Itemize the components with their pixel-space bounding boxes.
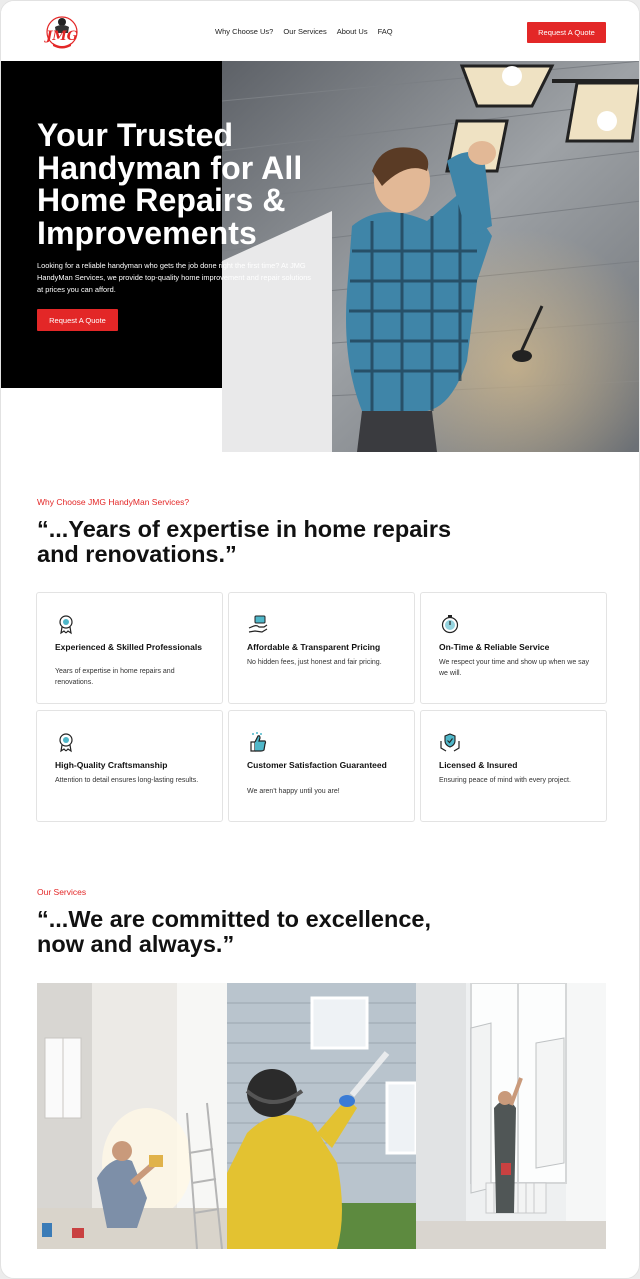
why-choose-eyebrow: Why Choose JMG HandyMan Services? (37, 497, 190, 507)
service-image-painting (37, 983, 227, 1249)
nav-faq[interactable]: FAQ (378, 27, 393, 36)
feature-card: Customer Satisfaction Guaranteed We aren… (228, 710, 415, 822)
money-hand-icon (248, 615, 268, 633)
feature-title: High-Quality Craftsmanship (55, 760, 168, 770)
main-nav: Why Choose Us? Our Services About Us FAQ (215, 27, 393, 36)
feature-description: We aren't happy until you are! (247, 788, 340, 795)
feature-card: Experienced & Skilled Professionals Year… (36, 592, 223, 704)
service-image-window-install (416, 983, 606, 1249)
feature-title: Experienced & Skilled Professionals (55, 642, 202, 652)
stopwatch-icon (441, 615, 459, 634)
jmg-logo[interactable]: JMG (41, 13, 83, 51)
services-gallery (37, 983, 606, 1249)
award-ribbon-icon (59, 733, 73, 753)
feature-title: Affordable & Transparent Pricing (247, 642, 381, 652)
services-heading: “...We are committed to excellence, now … (37, 906, 431, 957)
feature-description: Attention to detail ensures long-lasting… (55, 777, 199, 784)
nav-our-services[interactable]: Our Services (283, 27, 326, 36)
feature-card: Affordable & Transparent Pricing No hidd… (228, 592, 415, 704)
nav-why-choose-us[interactable]: Why Choose Us? (215, 27, 273, 36)
feature-title: Licensed & Insured (439, 760, 518, 770)
feature-card: On-Time & Reliable Service We respect yo… (420, 592, 607, 704)
feature-description: No hidden fees, just honest and fair pri… (247, 659, 382, 666)
thumbs-up-icon (250, 732, 267, 752)
logo-text: JMG (43, 29, 78, 44)
services-eyebrow: Our Services (37, 887, 87, 897)
service-image-pressure-washing (227, 983, 416, 1249)
site-header: JMG Why Choose Us? Our Services About Us… (1, 1, 639, 61)
feature-card: Licensed & Insured Ensuring peace of min… (420, 710, 607, 822)
feature-title: On-Time & Reliable Service (439, 642, 550, 652)
award-ribbon-icon (59, 615, 73, 635)
feature-description: Years of expertise in home repairs and r… (55, 668, 175, 686)
hero-title: Your Trusted Handyman for All Home Repai… (37, 117, 303, 251)
why-choose-heading: “...Years of expertise in home repairs a… (37, 516, 452, 567)
feature-description: We respect your time and show up when we… (439, 659, 590, 677)
feature-title: Customer Satisfaction Guaranteed (247, 760, 387, 770)
hero-request-quote-button[interactable]: Request A Quote (37, 309, 118, 331)
hero-description: Looking for a reliable handyman who gets… (37, 261, 311, 294)
header-request-quote-button[interactable]: Request A Quote (527, 22, 606, 43)
nav-about-us[interactable]: About Us (337, 27, 368, 36)
page: JMG Why Choose Us? Our Services About Us… (0, 0, 640, 1279)
shield-hands-icon (440, 733, 460, 752)
feature-card: High-Quality Craftsmanship Attention to … (36, 710, 223, 822)
features-grid: Experienced & Skilled Professionals Year… (36, 592, 607, 822)
feature-description: Ensuring peace of mind with every projec… (439, 777, 571, 784)
